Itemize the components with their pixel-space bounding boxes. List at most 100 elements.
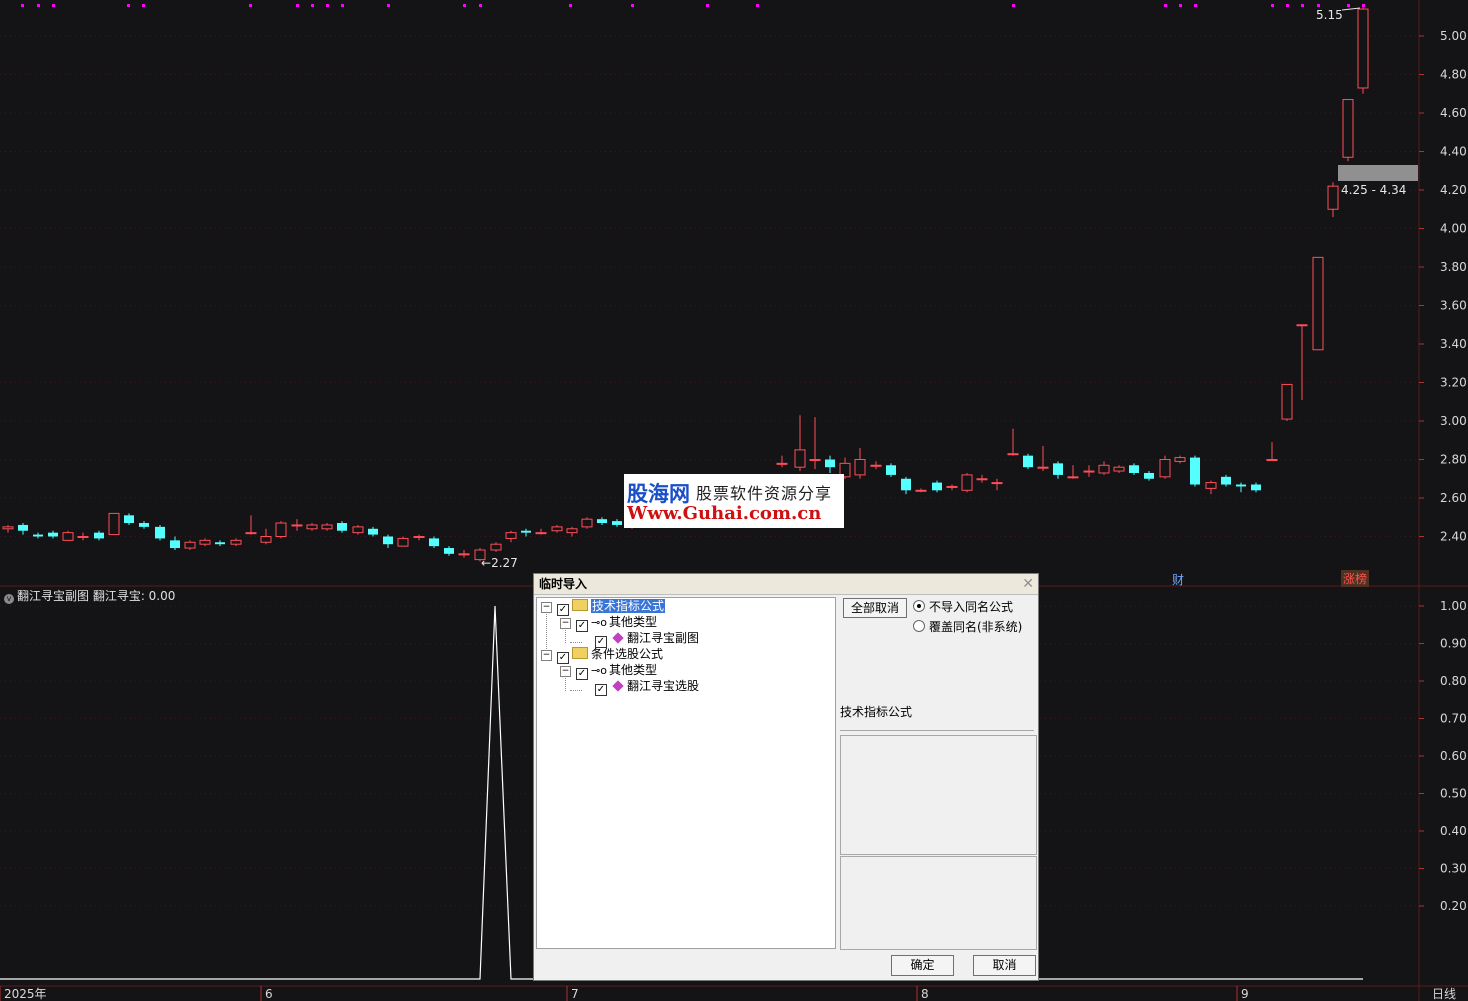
expand-toggle[interactable]: − xyxy=(541,650,552,661)
price-axis-label: 4.20 xyxy=(1440,183,1467,197)
signal-marker xyxy=(631,4,634,7)
candle-body xyxy=(368,528,378,535)
candle-body xyxy=(825,459,835,468)
signal-marker xyxy=(1164,4,1167,7)
limit-up-tag[interactable]: 涨榜 xyxy=(1341,570,1370,587)
signal-marker xyxy=(1317,4,1320,7)
candle-body xyxy=(170,540,180,549)
tree-node-tech[interactable]: ✓ 技术指标公式 xyxy=(557,599,666,616)
sub-axis-label: 0.40 xyxy=(1440,824,1467,838)
candle-body xyxy=(77,536,89,538)
expand-toggle[interactable]: − xyxy=(560,666,571,677)
candle-body xyxy=(444,548,454,554)
formula-icon xyxy=(612,680,624,692)
radio-overwrite-same-name[interactable]: 覆盖同名(非系统) xyxy=(913,618,1022,635)
radio-skip-same-name[interactable]: 不导入同名公式 xyxy=(913,598,1013,615)
candle-body xyxy=(976,478,988,481)
candle-body xyxy=(1221,476,1231,485)
radio-on-icon xyxy=(913,600,925,612)
signal-marker xyxy=(1301,4,1304,7)
expand-toggle[interactable]: − xyxy=(541,602,552,613)
expand-toggle[interactable]: − xyxy=(560,618,571,629)
signal-marker xyxy=(249,4,252,7)
candle-body xyxy=(886,465,896,475)
signal-marker xyxy=(569,4,572,7)
candle-body xyxy=(991,482,1003,485)
candle-body xyxy=(1281,383,1293,420)
candle-body xyxy=(505,532,517,539)
uncheck-all-button[interactable]: 全部取消 xyxy=(843,598,907,618)
radio-label: 覆盖同名(非系统) xyxy=(929,620,1023,634)
ok-button[interactable]: 确定 xyxy=(891,955,954,976)
candle-body xyxy=(1007,453,1019,456)
period-label: 日线 xyxy=(1432,987,1456,1001)
signal-marker xyxy=(479,4,482,7)
price-axis-label: 4.00 xyxy=(1440,222,1467,236)
sub-axis-label: 0.50 xyxy=(1440,787,1467,801)
candle-body xyxy=(1129,465,1139,473)
close-icon[interactable]: ✕ xyxy=(1022,574,1034,594)
candle-body xyxy=(245,532,257,535)
candle-body xyxy=(306,524,318,530)
checkbox[interactable]: ✓ xyxy=(576,620,588,632)
tree-node-fjxb-subchart[interactable]: ✓ 翻江寻宝副图 xyxy=(595,631,700,648)
key-icon: ⊸o xyxy=(591,664,607,677)
checkbox[interactable]: ✓ xyxy=(557,604,569,616)
tree-node-fjxb-select[interactable]: ✓ 翻江寻宝选股 xyxy=(595,679,699,696)
tree-node-label: 翻江寻宝副图 xyxy=(627,631,700,645)
candle-body xyxy=(1144,472,1154,479)
candle-body xyxy=(139,523,149,527)
candle-body xyxy=(1327,185,1339,210)
candle-body xyxy=(597,519,607,524)
signal-marker xyxy=(1286,4,1289,7)
price-axis-label: 3.80 xyxy=(1440,260,1467,274)
tree-node-condition[interactable]: ✓ 条件选股公式 xyxy=(557,647,663,664)
signal-marker xyxy=(387,4,390,7)
folder-icon xyxy=(572,599,588,611)
candle-body xyxy=(915,489,927,492)
candle-body xyxy=(612,521,622,525)
price-axis-label: 3.60 xyxy=(1440,299,1467,313)
signal-marker xyxy=(296,4,299,7)
checkbox[interactable]: ✓ xyxy=(557,652,569,664)
signal-marker xyxy=(756,4,759,7)
candle-body xyxy=(383,536,393,545)
tree-node-label: 技术指标公式 xyxy=(591,599,666,613)
candle-body xyxy=(2,526,14,530)
candle-body xyxy=(215,542,225,545)
date-axis-label: 7 xyxy=(571,987,579,1001)
price-range-highlight xyxy=(1338,165,1418,181)
candle-body xyxy=(1312,256,1324,351)
candle-body xyxy=(18,524,28,531)
price-axis-label: 2.60 xyxy=(1440,491,1467,505)
tree-node-condition-other[interactable]: ✓ ⊸o 其他类型 xyxy=(576,663,657,680)
candle-body xyxy=(337,523,347,531)
signal-marker xyxy=(311,4,314,7)
signal-marker xyxy=(1179,4,1182,7)
candle-body xyxy=(1251,484,1261,491)
checkbox[interactable]: ✓ xyxy=(576,668,588,680)
radio-label: 不导入同名公式 xyxy=(929,600,1014,614)
candle-body xyxy=(901,478,911,491)
candle-body xyxy=(776,462,788,465)
candle-body xyxy=(397,537,409,547)
formula-tree[interactable]: − ✓ 技术指标公式 − ✓ ⊸o 其他类型 ✓ 翻江寻宝副图 − ✓ 条件选股公式 − … xyxy=(536,597,836,949)
tree-node-tech-other[interactable]: ✓ ⊸o 其他类型 xyxy=(576,615,657,632)
collapse-icon[interactable]: v xyxy=(4,594,14,604)
finance-tag[interactable]: 财 xyxy=(1172,571,1184,588)
description-panel xyxy=(840,735,1037,855)
date-axis-label: 8 xyxy=(921,987,929,1001)
candle-body xyxy=(961,474,973,491)
price-axis-label: 4.40 xyxy=(1440,145,1467,159)
watermark-url: Www.Guhai.com.cn xyxy=(627,503,822,524)
price-range-text: 4.25 - 4.34 xyxy=(1341,183,1407,197)
candle-body xyxy=(1159,459,1171,478)
candle-body xyxy=(260,536,272,543)
candle-body xyxy=(946,485,958,488)
candle-body xyxy=(1053,463,1063,475)
candle-body xyxy=(275,522,287,538)
checkbox[interactable]: ✓ xyxy=(595,684,607,696)
dialog-title-bar[interactable]: 临时导入 ✕ xyxy=(534,574,1038,595)
signal-marker xyxy=(142,4,145,7)
cancel-button[interactable]: 取消 xyxy=(973,955,1036,976)
